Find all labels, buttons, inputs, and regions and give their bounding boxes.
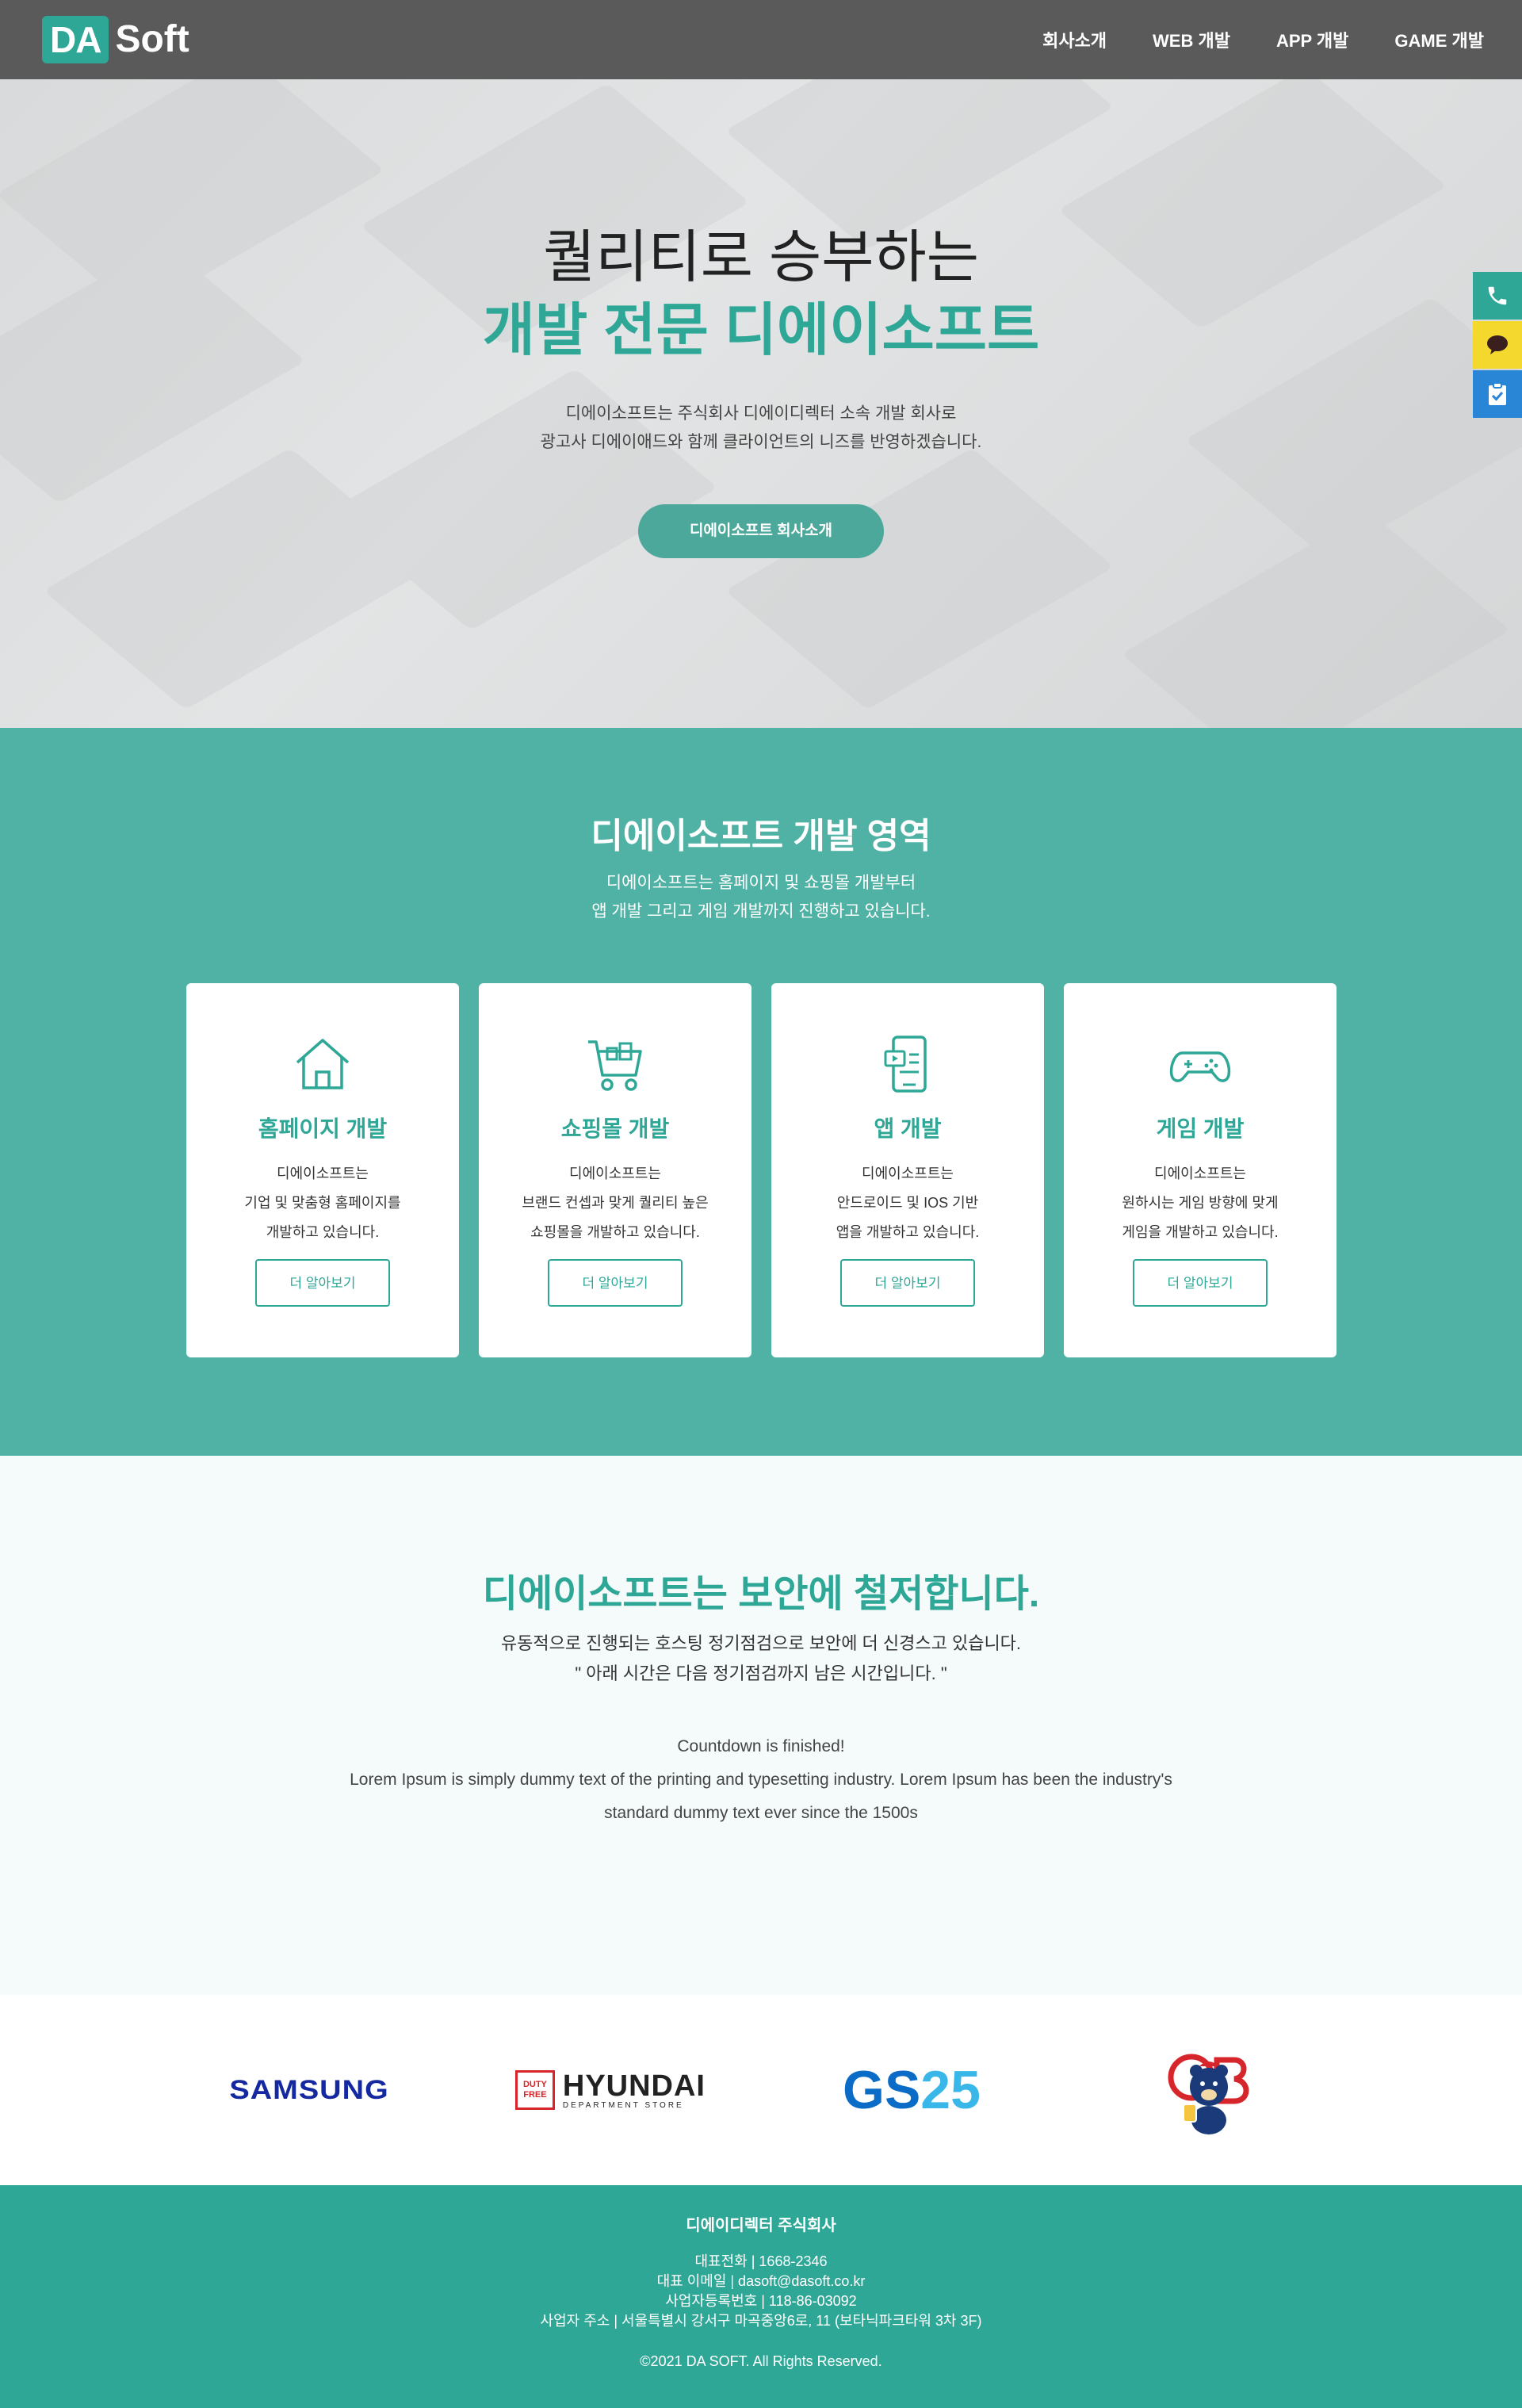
card-title: 앱 개발 [874,1116,942,1141]
cart-icon [588,1040,642,1091]
nav-item-app[interactable]: APP 개발 [1276,27,1348,52]
quick-menu [1473,272,1522,419]
hero-headline-accent: 개발 전문 디에이소프트 [482,299,1040,362]
service-card-shopping: 쇼핑몰 개발 디에이소프트는 브랜드 컨셉과 맞게 퀄리티 높은 쇼핑몰을 개발… [479,983,751,1357]
phone-icon [1488,286,1507,305]
nav-item-company[interactable]: 회사소개 [1042,27,1107,52]
nav-item-web[interactable]: WEB 개발 [1153,27,1230,52]
talk-icon [1487,335,1508,354]
learn-more-button[interactable]: 더 알아보기 [1133,1259,1268,1307]
learn-more-button[interactable]: 더 알아보기 [840,1259,975,1307]
main-nav: 회사소개 WEB 개발 APP 개발 GAME 개발 [1042,27,1484,52]
service-desc-line: 앱 개발 그리고 게임 개발까지 진행하고 있습니다. [591,902,931,921]
card-text: 디에이소프트는 안드로이드 및 IOS 기반 앱을 개발하고 있습니다. [836,1166,980,1240]
countdown-status: Countdown is finished! [677,1737,845,1755]
samsung-wordmark: SAMSUNG [229,2074,389,2105]
lorem-text: standard dummy text ever since the 1500s [604,1804,918,1822]
service-card-app: 앱 개발 디에이소프트는 안드로이드 및 IOS 기반 앱을 개발하고 있습니다… [771,983,1044,1357]
security-desc-line: 유동적으로 진행되는 호스팅 정기점검으로 보안에 더 신경스고 있습니다. [500,1633,1022,1653]
estimate-button[interactable] [1473,370,1522,418]
learn-more-button[interactable]: 더 알아보기 [548,1259,683,1307]
logo-text: Soft [115,18,189,60]
logo[interactable]: DA Soft [42,16,189,63]
service-desc-line: 디에이소프트는 홈페이지 및 쇼핑몰 개발부터 [606,874,916,892]
service-card-game: 게임 개발 디에이소프트는 원하시는 게임 방향에 맞게 게임을 개발하고 있습… [1064,983,1337,1357]
card-title: 홈페이지 개발 [258,1116,388,1141]
learn-more-button[interactable]: 더 알아보기 [255,1259,390,1307]
logo-mark: DA [42,16,109,63]
service-section: 디에이소프트 개발 영역 디에이소프트는 홈페이지 및 쇼핑몰 개발부터 앱 개… [0,728,1522,1456]
footer-phone: 대표전화 | 1668-2346 [694,2253,828,2269]
footer-info: 대표전화 | 1668-2346 대표 이메일 | dasoft@dasoft.… [0,2252,1522,2331]
client-logos: SAMSUNG DUTY FREE HYUNDAI DEPARTMENT STO… [0,1995,1522,2185]
card-text: 디에이소프트는 원하시는 게임 방향에 맞게 게임을 개발하고 있습니다. [1122,1166,1279,1240]
card-title: 게임 개발 [1156,1116,1245,1141]
house-icon [296,1039,350,1089]
kakao-talk-button[interactable] [1473,321,1522,369]
site-header: DA Soft 회사소개 WEB 개발 APP 개발 GAME 개발 [0,0,1522,79]
hero-desc-line: 디에이소프트는 주식회사 디에이디렉터 소속 개발 회사로 [565,404,957,423]
hero-headline: 퀄리티로 승부하는 [543,226,979,289]
phone-button[interactable] [1473,272,1522,320]
gamepad-icon [1169,1051,1231,1082]
card-title: 쇼핑몰 개발 [560,1116,670,1141]
clipboard-check-icon [1489,382,1506,405]
nav-item-game[interactable]: GAME 개발 [1394,27,1484,52]
samsung-logo: SAMSUNG [229,2042,389,2138]
service-card-homepage: 홈페이지 개발 디에이소프트는 기업 및 맞춤형 홈페이지를 개발하고 있습니다… [186,983,459,1357]
hyundai-dutyfree-logo: DUTY FREE HYUNDAI DEPARTMENT STORE [515,2042,706,2138]
duty-free-badge: DUTY FREE [515,2070,555,2110]
ob-bear-mascot [1168,2054,1249,2134]
security-desc-line: " 아래 시간은 다음 정기점검까지 남은 시간입니다. " [575,1663,947,1683]
footer-email: 대표 이메일 | dasoft@dasoft.co.kr [656,2273,866,2289]
service-title: 디에이소프트 개발 영역 [591,817,931,856]
service-description: 디에이소프트는 홈페이지 및 쇼핑몰 개발부터 앱 개발 그리고 게임 개발까지… [0,869,1522,926]
footer-company-name: 디에이디렉터 주식회사 [686,2217,836,2234]
hero-description: 디에이소프트는 주식회사 디에이디렉터 소속 개발 회사로 광고사 디에이애드와… [0,400,1522,457]
security-title: 디에이소프트는 보안에 철저합니다. [482,1573,1040,1615]
lorem-text: Lorem Ipsum is simply dummy text of the … [350,1771,1172,1789]
site-footer: 디에이디렉터 주식회사 대표전화 | 1668-2346 대표 이메일 | da… [0,2185,1522,2408]
gs25-logo: GS 25 [843,2060,981,2120]
security-section: 디에이소프트는 보안에 철저합니다. 유동적으로 진행되는 호스팅 정기점검으로… [0,1456,1522,1995]
mobile-app-icon [884,1036,927,1093]
company-intro-button[interactable]: 디에이소프트 회사소개 [638,504,884,558]
hero-desc-line: 광고사 디에이애드와 함께 클라이언트의 니즈를 반영하겠습니다. [540,433,982,451]
ob-beer-logo: O B [1149,2042,1268,2138]
countdown-block: Countdown is finished! Lorem Ipsum is si… [0,1730,1522,1830]
service-cards: 홈페이지 개발 디에이소프트는 기업 및 맞춤형 홈페이지를 개발하고 있습니다… [186,983,1337,1357]
footer-bizno: 사업자등록번호 | 118-86-03092 [665,2293,857,2309]
footer-address: 사업자 주소 | 서울특별시 강서구 마곡중앙6로, 11 (보타닉파크타워 3… [540,2313,982,2329]
security-description: 유동적으로 진행되는 호스팅 정기점검으로 보안에 더 신경스고 있습니다. "… [0,1629,1522,1689]
card-text: 디에이소프트는 브랜드 컨셉과 맞게 퀄리티 높은 쇼핑몰을 개발하고 있습니다… [522,1166,709,1240]
footer-copyright: ©2021 DA SOFT. All Rights Reserved. [640,2353,882,2369]
card-text: 디에이소프트는 기업 및 맞춤형 홈페이지를 개발하고 있습니다. [244,1166,401,1240]
hero-section: 퀄리티로 승부하는 개발 전문 디에이소프트 디에이소프트는 주식회사 디에이디… [0,79,1522,728]
